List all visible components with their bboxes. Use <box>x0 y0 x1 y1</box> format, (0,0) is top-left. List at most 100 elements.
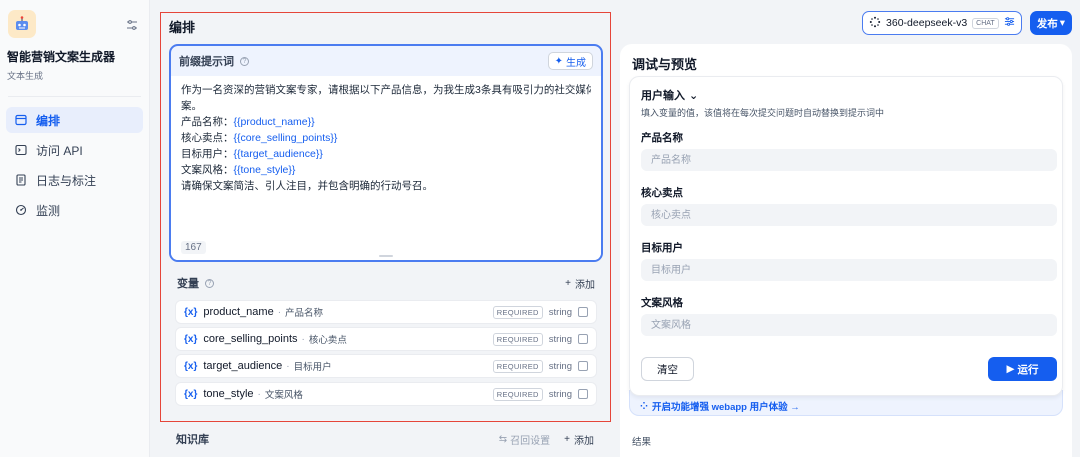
variable-key: core_selling_points <box>203 333 298 345</box>
variable-label: 核心卖点 <box>308 335 347 346</box>
variable-label: 文案风格 <box>264 390 303 401</box>
variable-label: 产品名称 <box>285 308 324 319</box>
variable-key: product_name <box>203 306 274 318</box>
separator: · <box>286 360 290 372</box>
app-header <box>6 10 143 38</box>
sidebar: 智能营销文案生成器 文本生成 编排 访问 API 日志与标注 监测 <box>0 0 150 457</box>
variable-type: string <box>548 388 572 400</box>
clear-button[interactable]: 清空 <box>641 357 694 381</box>
terminal-icon <box>14 143 28 157</box>
topbar-actions: 360-deepseek-v3 CHAT 发布 ▾ <box>862 11 1072 35</box>
prompt-variable: {{tone_style}} <box>233 164 296 176</box>
help-icon[interactable]: ? <box>240 56 249 66</box>
prompt-variable: {{target_audience}} <box>233 148 323 160</box>
chevron-down-icon: ▾ <box>1059 17 1065 29</box>
sidebar-item-monitor[interactable]: 监测 <box>6 197 143 223</box>
resize-handle[interactable] <box>379 255 393 257</box>
sparkle-icon: ✦ <box>554 55 563 67</box>
variable-type: string <box>548 333 572 345</box>
prompt-textarea[interactable]: 作为一名资深的营销文案专家，请根据以下产品信息，为我生成3条具有吸引力的社交媒体… <box>171 76 601 260</box>
add-label: 添加 <box>575 279 595 291</box>
variable-meta: REQUIRED string <box>492 387 588 401</box>
user-input-label: 用户输入 <box>641 90 685 102</box>
text-type-icon <box>578 361 588 371</box>
model-mode-badge: CHAT <box>972 17 999 29</box>
debug-title: 调试与预览 <box>632 57 698 72</box>
separator: · <box>257 388 261 400</box>
variable-row[interactable]: {x} tone_style · 文案风格 REQUIRED string <box>175 382 597 406</box>
variables-title-text: 变量 <box>177 278 199 290</box>
sidebar-item-label: 日志与标注 <box>36 173 97 188</box>
separator: · <box>301 333 305 345</box>
variable-key: tone_style <box>203 388 254 400</box>
plus-icon: + <box>564 433 570 445</box>
variable-meta: REQUIRED string <box>492 359 588 373</box>
variable-type: string <box>548 306 572 318</box>
generate-button[interactable]: ✦ 生成 <box>547 52 593 70</box>
text-type-icon <box>578 307 588 317</box>
add-variable-button[interactable]: + 添加 <box>565 276 595 291</box>
app-name: 智能营销文案生成器 <box>7 50 116 64</box>
help-icon[interactable]: ? <box>205 278 214 288</box>
prompt-field-label: 核心卖点： <box>181 132 234 144</box>
sidebar-item-api[interactable]: 访问 API <box>6 137 143 163</box>
variable-icon: {x} <box>184 360 198 372</box>
prompt-line: 请确保文案简洁、引人注目，并包含明确的行动号召。 <box>181 180 433 192</box>
prompt-line: 作为一名资深的营销文案专家，请根据以下产品信息，为我生成3条具有吸引力的社交媒体… <box>181 84 591 96</box>
add-knowledge-button[interactable]: + 添加 <box>564 432 594 447</box>
model-name: 360-deepseek-v3 <box>886 17 968 29</box>
variable-row[interactable]: {x} product_name · 产品名称 REQUIRED string <box>175 300 597 324</box>
recall-label: 召回设置 <box>510 435 551 447</box>
variable-icon: {x} <box>184 388 198 400</box>
sidebar-item-label: 访问 API <box>36 143 83 158</box>
prompt-editor[interactable]: 前缀提示词 ? ✦ 生成 作为一名资深的营销文案专家，请根据以下产品信息，为我生… <box>169 44 603 262</box>
field-label: 核心卖点 <box>641 187 683 199</box>
target-audience-input[interactable] <box>641 259 1057 281</box>
variable-row[interactable]: {x} target_audience · 目标用户 REQUIRED stri… <box>175 354 597 378</box>
sidebar-item-label: 监测 <box>36 203 61 218</box>
prompt-field-label: 产品名称： <box>181 116 234 128</box>
plus-icon: + <box>565 277 571 289</box>
char-count: 167 <box>181 241 206 254</box>
model-icon <box>869 16 881 31</box>
chevron-down-icon: ⌄ <box>689 89 699 102</box>
tone-style-input[interactable] <box>641 314 1057 336</box>
variable-meta: REQUIRED string <box>492 305 588 319</box>
app-type: 文本生成 <box>7 71 44 81</box>
field-label: 产品名称 <box>641 132 683 144</box>
add-label: 添加 <box>574 435 594 447</box>
debug-preview-panel: 调试与预览 ⁘ 开启功能增强 webapp 用户体验 → 用户输入 ⌄ 填入变量… <box>620 44 1072 457</box>
run-button[interactable]: ▶ 运行 <box>988 357 1057 381</box>
prompt-field-label: 目标用户： <box>181 148 234 160</box>
publish-button[interactable]: 发布 ▾ <box>1029 11 1072 35</box>
product-name-input[interactable] <box>641 149 1057 171</box>
variable-icon: {x} <box>184 333 198 345</box>
page-title: 编排 <box>169 20 196 35</box>
app-settings-icon[interactable] <box>123 16 141 34</box>
model-selector[interactable]: 360-deepseek-v3 CHAT <box>862 11 1022 35</box>
variable-row[interactable]: {x} core_selling_points · 核心卖点 REQUIRED … <box>175 327 597 351</box>
recall-settings-button[interactable]: ⇆ 召回设置 <box>499 432 550 447</box>
publish-label: 发布 <box>1036 17 1058 30</box>
field-label: 文案风格 <box>641 297 683 309</box>
text-type-icon <box>578 334 588 344</box>
sidebar-item-label: 编排 <box>36 113 61 128</box>
monitor-icon <box>14 203 28 217</box>
feature-grid-icon: ⁘ <box>640 400 648 412</box>
sidebar-item-logs[interactable]: 日志与标注 <box>6 167 143 193</box>
knowledge-header: 知识库 ⇆ 召回设置 + 添加 <box>168 426 602 452</box>
prompt-label: 前缀提示词 ? <box>179 53 249 69</box>
run-label: 运行 <box>1017 363 1039 376</box>
selling-points-input[interactable] <box>641 204 1057 226</box>
play-icon: ▶ <box>1006 363 1015 375</box>
user-input-toggle[interactable]: 用户输入 ⌄ <box>641 87 698 103</box>
variables-header: 变量 ? + 添加 <box>169 268 603 298</box>
layout-icon <box>14 113 28 127</box>
prompt-field-line: 目标用户：{{target_audience}} <box>181 146 591 162</box>
sidebar-item-orchestrate[interactable]: 编排 <box>6 107 143 133</box>
required-badge: REQUIRED <box>492 359 543 373</box>
text-type-icon <box>578 389 588 399</box>
required-badge: REQUIRED <box>492 305 543 319</box>
variables-panel: 变量 ? + 添加 {x} product_name · 产品名称 REQUIR… <box>169 268 603 414</box>
file-list-icon <box>14 173 28 187</box>
